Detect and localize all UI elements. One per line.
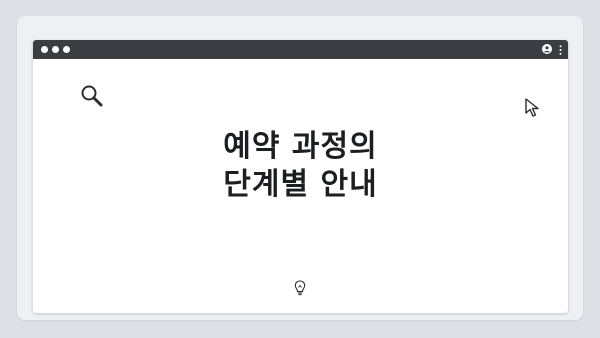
search-icon [81, 85, 103, 107]
page-title: 예약 과정의 단계별 안내 [33, 128, 568, 204]
window-controls [41, 46, 70, 53]
vertical-ellipsis-icon[interactable] [559, 45, 562, 55]
window-maximize-dot[interactable] [63, 46, 70, 53]
user-icon[interactable] [542, 44, 552, 54]
page-title-line-2: 단계별 안내 [223, 167, 378, 202]
window-minimize-dot[interactable] [52, 46, 59, 53]
lightbulb-icon [294, 280, 306, 296]
browser-window: 예약 과정의 단계별 안내 [33, 40, 568, 313]
window-title-bar [33, 40, 568, 59]
window-close-dot[interactable] [41, 46, 48, 53]
cursor-arrow-icon [525, 98, 539, 117]
page-title-line-1: 예약 과정의 [223, 129, 378, 164]
